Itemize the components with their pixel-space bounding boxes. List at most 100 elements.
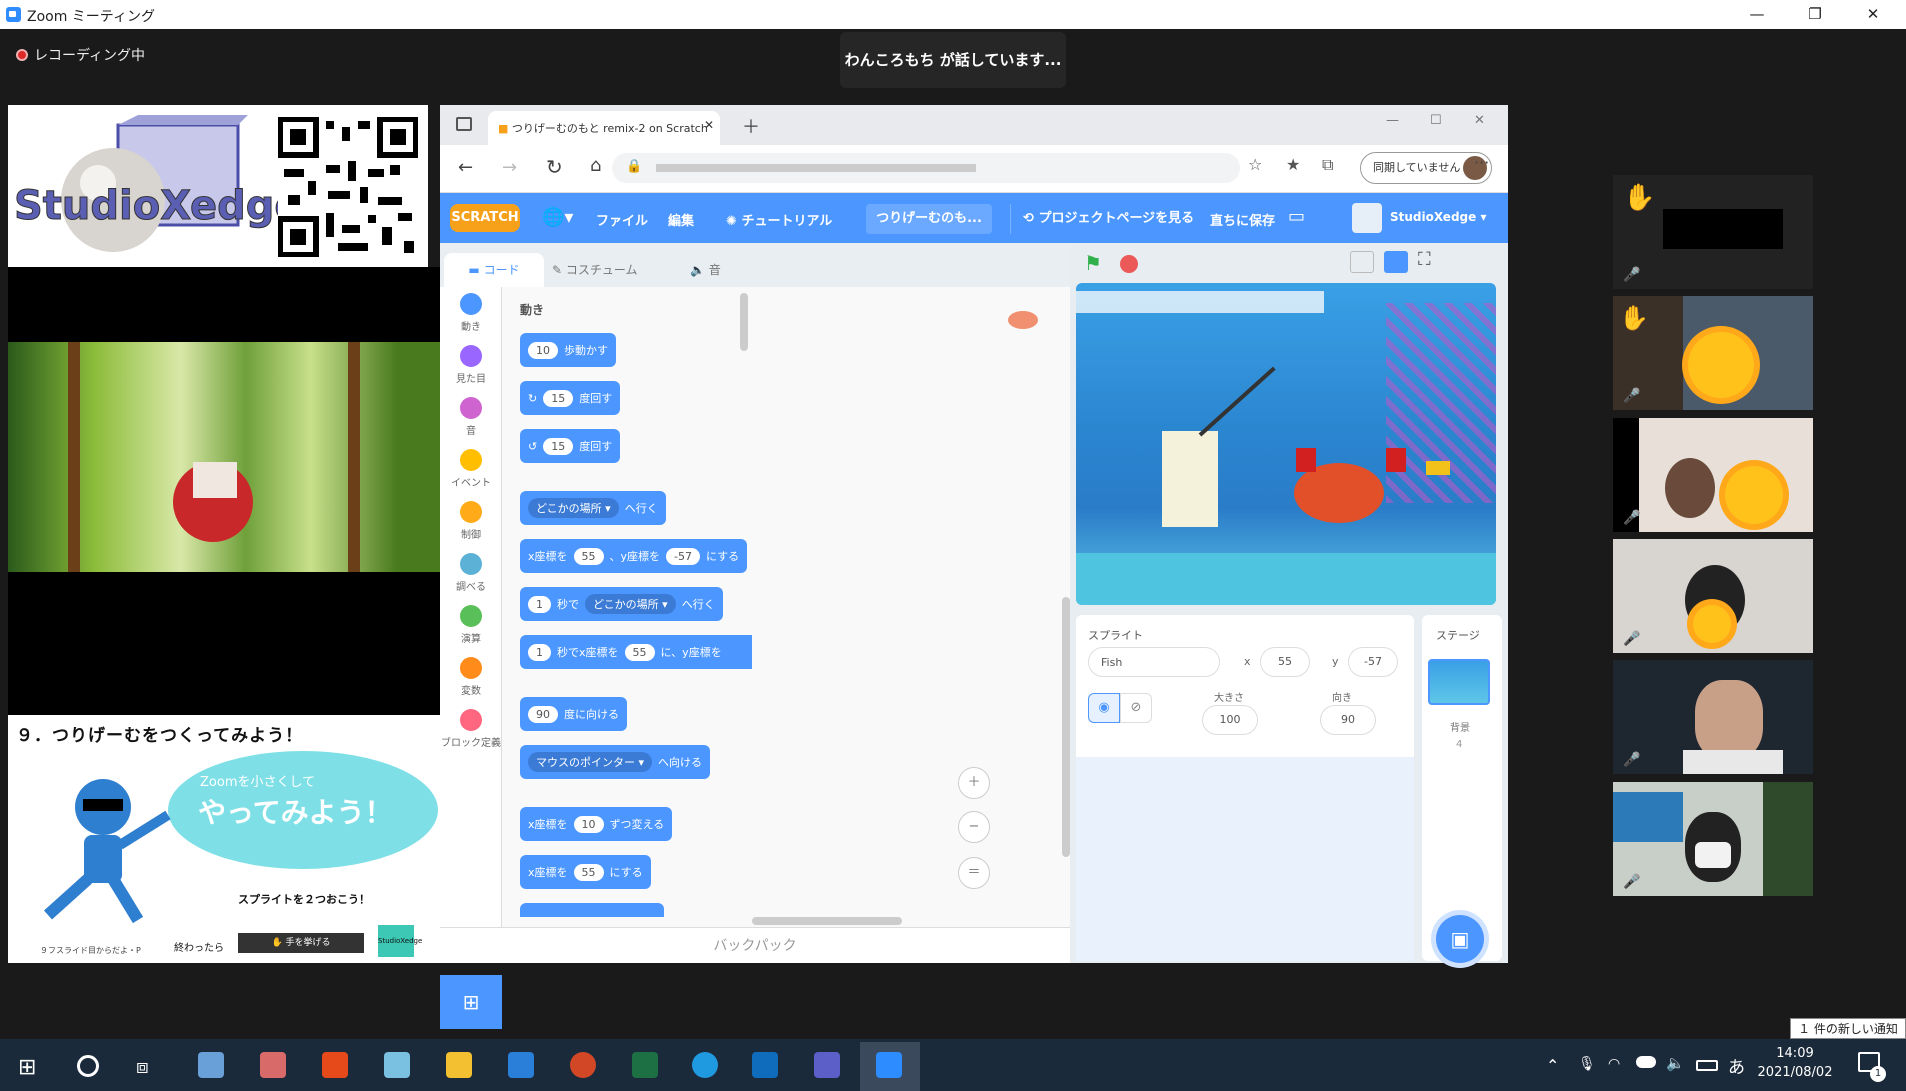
zoom-out-icon[interactable]: − (958, 811, 990, 843)
favorites-icon[interactable]: ★ (1286, 155, 1300, 174)
wifi-icon[interactable]: ◠ (1608, 1056, 1620, 1072)
refresh-icon[interactable]: ↻ (546, 155, 563, 179)
block-partial[interactable] (520, 903, 664, 917)
block-move-steps[interactable]: 10 歩動かす (520, 333, 616, 367)
fullscreen-icon[interactable]: ⛶ (1418, 249, 1431, 270)
language-globe-icon[interactable]: 🌐▾ (542, 207, 573, 228)
green-flag-icon[interactable]: ⚑ (1084, 251, 1102, 275)
notes-app-icon[interactable] (384, 1052, 410, 1078)
save-now-button[interactable]: 直ちに保存 (1210, 210, 1275, 229)
excel-icon[interactable] (632, 1052, 658, 1078)
cortana-search-icon[interactable] (77, 1055, 99, 1077)
participant-tile-6[interactable]: 🎤 (1613, 782, 1813, 896)
tab-costumes[interactable]: ✎ コスチューム (552, 261, 638, 278)
palette-scrollbar[interactable] (740, 293, 748, 351)
office-icon[interactable] (322, 1052, 348, 1078)
tab-sounds[interactable]: 🔈 音 (690, 261, 721, 278)
project-title-input[interactable]: つりげーむのも... (866, 204, 992, 234)
teams-icon[interactable] (814, 1052, 840, 1078)
block-go-to-xy[interactable]: x座標を 55 、y座標を -57 にする (520, 539, 748, 573)
sprite-name-input[interactable]: Fish (1088, 647, 1220, 677)
menu-edit[interactable]: 編集 (668, 210, 694, 229)
zoom-reset-icon[interactable]: ＝ (958, 857, 990, 889)
forward-icon[interactable]: → (502, 157, 517, 178)
stop-icon[interactable] (1120, 255, 1138, 273)
browser-menu-icon[interactable]: ··· (1474, 153, 1489, 172)
see-project-page-button[interactable]: ⟲ プロジェクトページを見る (1010, 204, 1200, 234)
backpack[interactable]: バックパック (440, 927, 1070, 963)
scratch-logo[interactable]: SCRATCH (450, 204, 520, 232)
my-stuff-folder-icon[interactable]: ▭ (1288, 206, 1305, 227)
block-change-x[interactable]: x座標を 10 ずつ変える (520, 807, 673, 841)
workspace-hscrollbar[interactable] (752, 917, 902, 925)
block-turn-right[interactable]: ↻ 15 度回す (520, 381, 621, 415)
glide-secs-value[interactable]: 1 (528, 595, 551, 613)
choose-backdrop-icon[interactable]: ▣ (1436, 915, 1484, 963)
zoom-taskbar-icon[interactable] (876, 1052, 902, 1078)
add-extension-icon[interactable]: ⊞ (440, 975, 502, 1029)
tab-close-icon[interactable]: ✕ (704, 118, 714, 132)
sprite-size-input[interactable]: 100 (1202, 705, 1258, 735)
battery-icon[interactable] (1696, 1060, 1718, 1071)
stage-selector[interactable]: ステージ 背景 4 ▣ (1422, 615, 1502, 963)
sprite-list[interactable] (1076, 757, 1414, 961)
block-glide-to[interactable]: 1 秒で どこかの場所 ▾ へ行く (520, 587, 723, 621)
collections-icon[interactable]: ⧉ (1322, 155, 1333, 175)
zoom-in-icon[interactable]: ＋ (958, 767, 990, 799)
add-favorite-icon[interactable]: ☆ (1248, 155, 1262, 174)
move-steps-value[interactable]: 10 (528, 341, 558, 359)
block-go-to[interactable]: どこかの場所 ▾ へ行く (520, 491, 666, 525)
stage-thumbnail[interactable] (1428, 659, 1490, 705)
ime-indicator[interactable]: あ (1728, 1053, 1745, 1078)
file-explorer-icon[interactable] (446, 1052, 472, 1078)
normal-stage-icon[interactable] (1384, 251, 1408, 273)
participant-tile-3[interactable]: 🎤 (1613, 418, 1813, 532)
sprite-direction-input[interactable]: 90 (1320, 705, 1376, 735)
user-menu[interactable]: StudioXedge ▾ (1390, 210, 1486, 224)
menu-file[interactable]: ファイル (596, 210, 648, 229)
sync-status-button[interactable]: 同期していません (1360, 152, 1492, 184)
new-notification-toast[interactable]: １ 件の新しい通知 (1790, 1018, 1906, 1039)
browser-restore-icon[interactable]: ☐ (1430, 113, 1442, 128)
glide-dropdown[interactable]: どこかの場所 ▾ (585, 594, 676, 614)
snipping-tool-icon[interactable] (260, 1052, 286, 1078)
small-stage-icon[interactable] (1350, 251, 1374, 273)
participant-tile-5[interactable]: 🎤 (1613, 660, 1813, 774)
back-icon[interactable]: ← (458, 157, 473, 178)
category-operators[interactable]: 演算 (440, 605, 502, 645)
block-point-towards[interactable]: マウスのポインター ▾ へ向ける (520, 745, 711, 779)
category-my-blocks[interactable]: ブロック定義 (440, 709, 502, 749)
glide-xy-x-value[interactable]: 55 (624, 643, 655, 661)
participant-tile-1[interactable]: ✋ 🎤 (1613, 175, 1813, 289)
block-glide-to-xy[interactable]: 1 秒でx座標を 55 に、y座標を (520, 635, 752, 669)
tab-code[interactable]: ▬ コード (444, 253, 544, 287)
windows-start-icon[interactable]: ⊞ (18, 1055, 36, 1080)
minimize-button[interactable]: — (1728, 0, 1786, 29)
change-x-value[interactable]: 10 (573, 815, 604, 833)
home-icon[interactable]: ⌂ (590, 155, 601, 176)
task-view-icon[interactable]: ⧈ (136, 1054, 149, 1078)
workspace-vscrollbar[interactable] (1062, 597, 1070, 857)
show-hidden-icons-chevron-icon[interactable]: ⌃ (1546, 1056, 1559, 1075)
hide-sprite-icon[interactable]: ⊘ (1120, 693, 1152, 723)
browser-tab-active[interactable]: ■ つりげーむのもと remix-2 on Scratch (488, 111, 720, 145)
microphone-icon[interactable]: 🎙 (1578, 1056, 1596, 1072)
clock[interactable]: 14:09 2021/08/02 (1752, 1046, 1838, 1080)
onedrive-icon[interactable] (1636, 1056, 1656, 1068)
block-point-in-direction[interactable]: 90 度に向ける (520, 697, 627, 731)
powerpoint-icon[interactable] (570, 1052, 596, 1078)
go-to-x-value[interactable]: 55 (573, 547, 604, 565)
point-towards-dropdown[interactable]: マウスのポインター ▾ (528, 752, 653, 772)
restore-button[interactable]: ❐ (1786, 0, 1844, 29)
edge-browser-icon[interactable] (692, 1052, 718, 1078)
category-events[interactable]: イベント (440, 449, 502, 489)
category-variables[interactable]: 変数 (440, 657, 502, 697)
category-motion[interactable]: 動き (440, 293, 502, 333)
browser-minimize-icon[interactable]: — (1386, 113, 1399, 128)
category-sensing[interactable]: 調べる (440, 553, 502, 593)
files-app-icon[interactable] (508, 1052, 534, 1078)
code-workspace[interactable]: ＋ − ＝ (752, 287, 1070, 927)
recording-indicator[interactable]: レコーディング中 (16, 45, 145, 65)
turn-right-value[interactable]: 15 (543, 389, 574, 407)
paint-app-icon[interactable] (198, 1052, 224, 1078)
